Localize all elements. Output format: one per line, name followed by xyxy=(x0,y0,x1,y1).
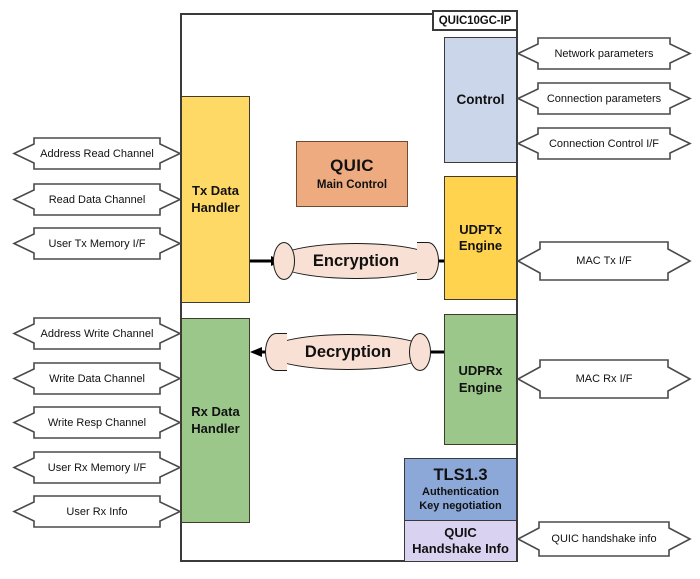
block-label-line1: UDPTx xyxy=(459,221,502,237)
interface-arrow-label: User Rx Info xyxy=(66,505,128,518)
interface-arrow-label: Address Write Channel xyxy=(40,327,154,340)
interface-arrow-read-data-channel[interactable]: Read Data Channel xyxy=(12,182,182,217)
block-label-line2: Engine xyxy=(458,379,503,395)
block-label-encryption: Encryption xyxy=(312,251,400,270)
block-label-line1: QUIC xyxy=(330,156,374,176)
block-label-line2: Handshake Info xyxy=(412,541,509,556)
interface-arrow-label: MAC Rx I/F xyxy=(575,373,633,385)
interface-arrow-label: QUIC handshake info xyxy=(551,533,657,545)
interface-arrow-address-read-channel[interactable]: Address Read Channel xyxy=(12,136,182,171)
block-label-line1: Rx Data xyxy=(191,404,240,420)
ip-title-label: QUIC10GC-IP xyxy=(432,10,518,31)
block-quic-handshake-info[interactable]: QUIC Handshake Info xyxy=(404,520,517,562)
interface-arrow-label: MAC Tx I/F xyxy=(576,255,632,267)
block-label-line1: Control xyxy=(456,91,505,107)
block-label-line2: Main Control xyxy=(316,179,388,192)
block-udprx-engine[interactable]: UDPRx Engine xyxy=(444,314,517,445)
block-control[interactable]: Control xyxy=(444,37,517,163)
interface-arrow-connection-parameters[interactable]: Connection parameters xyxy=(516,81,692,116)
block-encryption[interactable]: Encryption xyxy=(273,242,439,280)
interface-arrow-label: Network parameters xyxy=(554,47,654,60)
block-diagram-canvas: QUIC10GC-IP Address Read Channel Read Da… xyxy=(0,0,700,579)
cylinder-left-cap xyxy=(265,333,288,371)
block-label-line2: Handler xyxy=(191,420,240,436)
block-label-decryption: Decryption xyxy=(304,342,392,361)
interface-arrow-label: Address Read Channel xyxy=(40,147,154,160)
block-quic-main-control[interactable]: QUIC Main Control xyxy=(296,141,408,207)
block-decryption[interactable]: Decryption xyxy=(265,333,431,371)
block-udptx-engine[interactable]: UDPTx Engine xyxy=(444,176,517,300)
block-label-line1: Tx Data xyxy=(192,183,239,199)
block-label-line1: UDPRx xyxy=(458,363,503,379)
interface-arrow-connection-control-if[interactable]: Connection Control I/F xyxy=(516,126,692,161)
block-label-line2: Authentication xyxy=(422,486,499,499)
block-tls13[interactable]: TLS1.3 Authentication Key negotiation xyxy=(404,458,517,521)
interface-arrow-address-write-channel[interactable]: Address Write Channel xyxy=(12,316,182,351)
block-label-line1: QUIC xyxy=(444,524,477,540)
interface-arrow-write-resp-channel[interactable]: Write Resp Channel xyxy=(12,405,182,440)
interface-arrow-user-tx-memory-if[interactable]: User Tx Memory I/F xyxy=(12,226,182,261)
interface-arrow-label: User Tx Memory I/F xyxy=(48,237,146,250)
interface-arrow-quic-handshake-info[interactable]: QUIC handshake info xyxy=(516,520,692,558)
interface-arrow-label: Connection Control I/F xyxy=(548,137,660,150)
interface-arrow-label: Write Resp Channel xyxy=(47,416,147,429)
interface-arrow-label: User Rx Memory I/F xyxy=(47,461,147,474)
interface-arrow-label: Write Data Channel xyxy=(49,372,145,385)
interface-arrow-user-rx-info[interactable]: User Rx Info xyxy=(12,494,182,529)
block-tx-data-handler[interactable]: Tx Data Handler xyxy=(181,96,250,303)
cylinder-right-cap xyxy=(408,333,431,371)
interface-arrow-mac-rx-if[interactable]: MAC Rx I/F xyxy=(516,358,692,400)
cylinder-right-cap xyxy=(416,242,439,280)
interface-arrow-mac-tx-if[interactable]: MAC Tx I/F xyxy=(516,240,692,282)
interface-arrow-network-parameters[interactable]: Network parameters xyxy=(516,36,692,71)
interface-arrow-label: Read Data Channel xyxy=(48,193,146,206)
block-label-line3: Key negotiation xyxy=(419,499,502,512)
block-label-line2: Engine xyxy=(458,238,503,253)
block-rx-data-handler[interactable]: Rx Data Handler xyxy=(181,318,250,523)
block-label-line1: TLS1.3 xyxy=(433,466,488,485)
interface-arrow-label: Connection parameters xyxy=(546,92,662,105)
cylinder-left-cap xyxy=(273,242,296,280)
interface-arrow-write-data-channel[interactable]: Write Data Channel xyxy=(12,361,182,396)
block-label-line2: Handler xyxy=(191,199,240,215)
interface-arrow-user-rx-memory-if[interactable]: User Rx Memory I/F xyxy=(12,450,182,485)
